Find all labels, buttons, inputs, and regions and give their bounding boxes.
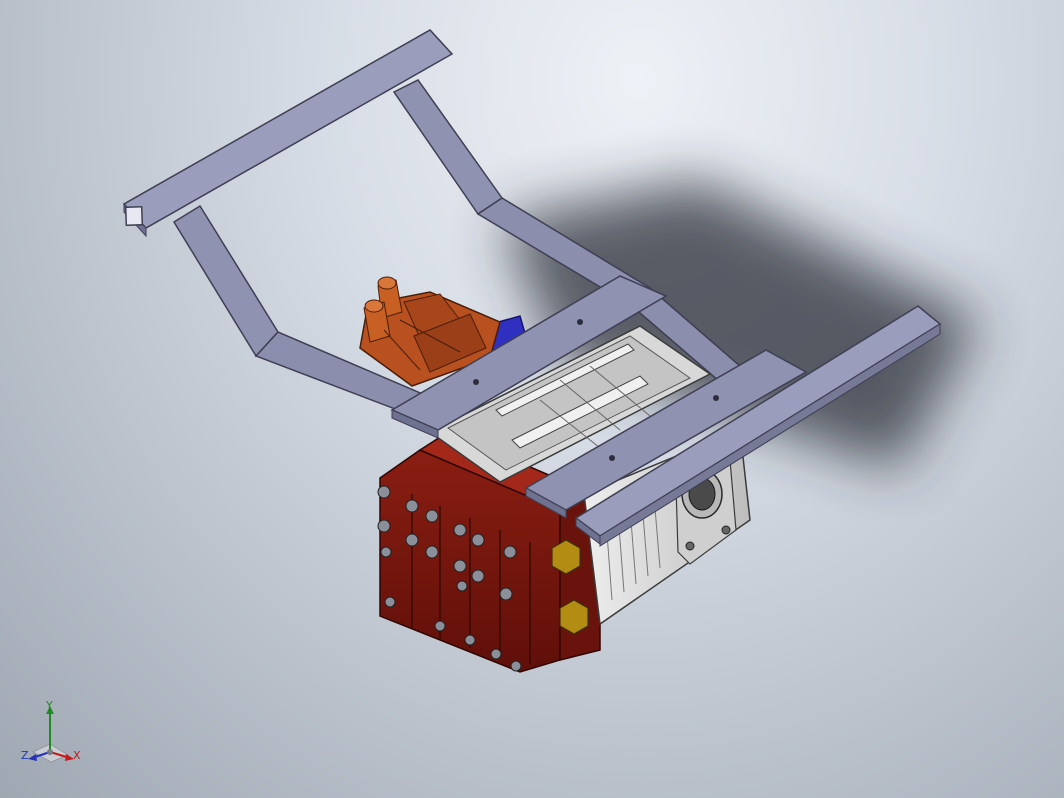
graphics-viewport[interactable]: Y X Z bbox=[0, 0, 1064, 798]
triad-z-label: Z bbox=[21, 749, 29, 762]
frame-rear-tube[interactable] bbox=[122, 29, 454, 238]
triad-y-label: Y bbox=[46, 699, 53, 712]
triad-x-label: X bbox=[73, 749, 81, 762]
model-view[interactable] bbox=[0, 0, 1064, 798]
view-orientation-triad[interactable]: Y X Z bbox=[18, 700, 88, 772]
